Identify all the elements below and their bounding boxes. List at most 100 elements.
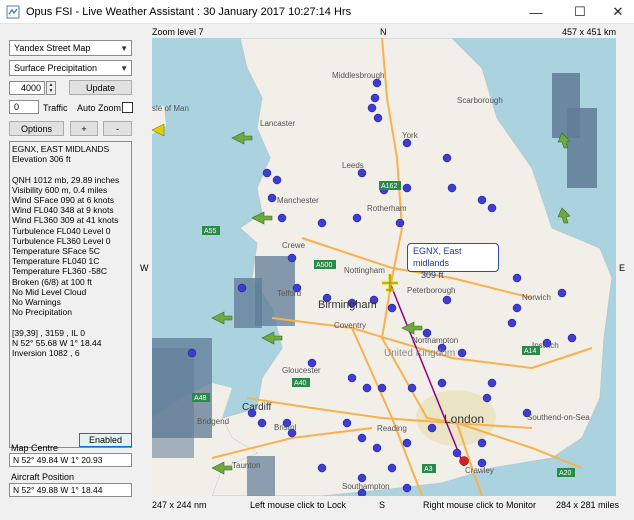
- compass-north: N: [380, 27, 387, 37]
- precip-cell: [567, 108, 597, 188]
- map-provider-select[interactable]: Yandex Street Map ▼: [9, 40, 132, 56]
- report-line: [39,39] , 3159 , IL 0: [12, 327, 85, 338]
- svg-text:A162: A162: [381, 183, 397, 190]
- place-telford: Telford: [277, 289, 301, 298]
- place-leeds: Leeds: [342, 161, 364, 170]
- chevron-down-icon: ▼: [120, 44, 128, 53]
- report-line: Wind FL360 309 at 41 knots: [12, 215, 119, 226]
- map-svg: Middlesbrough Scarborough Lancaster York…: [152, 38, 613, 496]
- report-line: Temperature FL040 1C: [12, 256, 100, 267]
- place-birmingham: Birmingham: [318, 299, 377, 311]
- compass-south: S: [379, 500, 386, 510]
- svg-text:A14: A14: [524, 348, 537, 355]
- chevron-down-icon: ▼: [120, 64, 128, 73]
- auto-zoom-label: Auto Zoom: [77, 103, 122, 113]
- close-button[interactable]: ✕: [598, 0, 634, 24]
- aircraft-position-field[interactable]: N 52° 49.88 W 1° 18.44: [9, 483, 132, 497]
- place-york: York: [402, 131, 419, 140]
- report-line: Temperature SFace 5C: [12, 246, 100, 257]
- callout-elevation: 309 ft: [421, 270, 444, 280]
- destination-pin: [459, 456, 469, 466]
- compass-west: W: [140, 263, 149, 273]
- place-united-kingdom: United Kingdom: [384, 348, 455, 359]
- report-line: N 52° 55.68 W 1° 18.44: [12, 337, 102, 348]
- place-lancaster: Lancaster: [260, 119, 295, 128]
- svg-text:A40: A40: [294, 380, 307, 387]
- map-size-km: 457 x 451 km: [562, 27, 617, 37]
- minimize-button[interactable]: —: [516, 0, 556, 24]
- airport-callout: EGNX, East midlands 309 ft: [407, 243, 499, 280]
- report-line: QNH 1012 mb, 29.89 inches: [12, 174, 120, 185]
- report-line: Temperature FL360 -58C: [12, 266, 107, 277]
- place-london: London: [444, 412, 484, 426]
- place-crewe: Crewe: [282, 241, 306, 250]
- report-line: No Mid Level Cloud: [12, 286, 87, 297]
- altitude-spinner[interactable]: ▲ ▼: [46, 81, 56, 95]
- place-isle-of-man: sle of Man: [152, 104, 189, 113]
- auto-zoom-checkbox[interactable]: [122, 102, 133, 113]
- report-line: Wind SFace 090 at 6 knots: [12, 195, 115, 206]
- report-line: No Warnings: [12, 297, 61, 308]
- map-size-miles: 284 x 281 miles: [556, 500, 620, 510]
- callout-title: EGNX, East midlands: [413, 246, 462, 268]
- report-line: Visibility 600 m, 0.4 miles: [12, 184, 108, 195]
- overlay-value: Surface Precipitation: [14, 63, 98, 73]
- aircraft-position-label: Aircraft Position: [11, 472, 75, 482]
- place-bristol: Bristol: [274, 423, 296, 432]
- report-line: [12, 317, 129, 327]
- overlay-select[interactable]: Surface Precipitation ▼: [9, 60, 132, 76]
- svg-text:A20: A20: [559, 470, 572, 477]
- traffic-input[interactable]: 0: [9, 100, 39, 114]
- zoom-out-button[interactable]: -: [103, 121, 132, 136]
- report-line: No Precipitation: [12, 307, 73, 318]
- svg-text:A55: A55: [204, 228, 217, 235]
- place-peterborough: Peterborough: [407, 286, 455, 295]
- report-line: Inversion 1082 , 6: [12, 348, 80, 359]
- report-line: Broken (6/8) at 100 ft: [12, 276, 92, 287]
- map-provider-value: Yandex Street Map: [14, 43, 91, 53]
- left-click-hint: Left mouse click to Lock: [250, 500, 347, 510]
- update-button[interactable]: Update: [69, 80, 132, 95]
- place-southampton: Southampton: [342, 482, 390, 491]
- svg-text:A3: A3: [424, 466, 433, 473]
- report-line: Turbulence FL040 Level 0: [12, 225, 111, 236]
- place-taunton: Taunton: [232, 461, 260, 470]
- app-icon: [6, 5, 20, 19]
- maximize-button[interactable]: ☐: [560, 0, 600, 24]
- zoom-in-button[interactable]: +: [70, 121, 98, 136]
- place-norwich: Norwich: [522, 293, 551, 302]
- compass-east: E: [619, 263, 626, 273]
- report-line: EGNX, EAST MIDLANDS: [12, 144, 110, 154]
- precip-cell: [152, 348, 194, 458]
- report-line: Wind FL040 348 at 9 knots: [12, 205, 114, 216]
- report-line: Turbulence FL360 Level 0: [12, 235, 111, 246]
- traffic-label: Traffic: [43, 103, 68, 113]
- place-rotherham: Rotherham: [367, 204, 407, 213]
- right-click-hint: Right mouse click to Monitor: [423, 500, 537, 510]
- map-size-nm: 247 x 244 nm: [152, 500, 207, 510]
- place-coventry: Coventry: [334, 321, 366, 330]
- svg-text:A500: A500: [316, 262, 332, 269]
- zoom-level-label: Zoom level 7: [152, 27, 204, 37]
- options-button[interactable]: Options: [9, 121, 64, 136]
- title-bar: Opus FSI - Live Weather Assistant : 30 J…: [0, 0, 634, 24]
- enabled-button[interactable]: Enabled: [79, 433, 132, 447]
- place-scarborough: Scarborough: [457, 96, 503, 105]
- place-gloucester: Gloucester: [282, 366, 321, 375]
- precip-cell: [234, 278, 262, 328]
- svg-text:A48: A48: [194, 395, 207, 402]
- altitude-input[interactable]: 4000: [9, 81, 45, 95]
- map-centre-field[interactable]: N 52° 49.84 W 1° 20.93: [9, 453, 132, 467]
- map-area: Zoom level 7 N 457 x 451 km W E Middlesb…: [140, 24, 634, 520]
- place-bridgend: Bridgend: [197, 417, 229, 426]
- place-southend: Southend-on-Sea: [527, 413, 590, 422]
- report-line: Elevation 306 ft: [12, 154, 71, 165]
- place-nottingham: Nottingham: [344, 266, 385, 275]
- map-centre-label: Map Centre: [11, 443, 59, 453]
- place-middlesbrough: Middlesbrough: [332, 71, 384, 80]
- window-title: Opus FSI - Live Weather Assistant : 30 J…: [26, 6, 352, 18]
- place-crawley: Crawley: [465, 466, 494, 475]
- weather-map[interactable]: Middlesbrough Scarborough Lancaster York…: [152, 38, 616, 496]
- weather-report: EGNX, EAST MIDLANDS Elevation 306 ft QNH…: [9, 141, 132, 448]
- place-cardiff: Cardiff: [242, 402, 271, 413]
